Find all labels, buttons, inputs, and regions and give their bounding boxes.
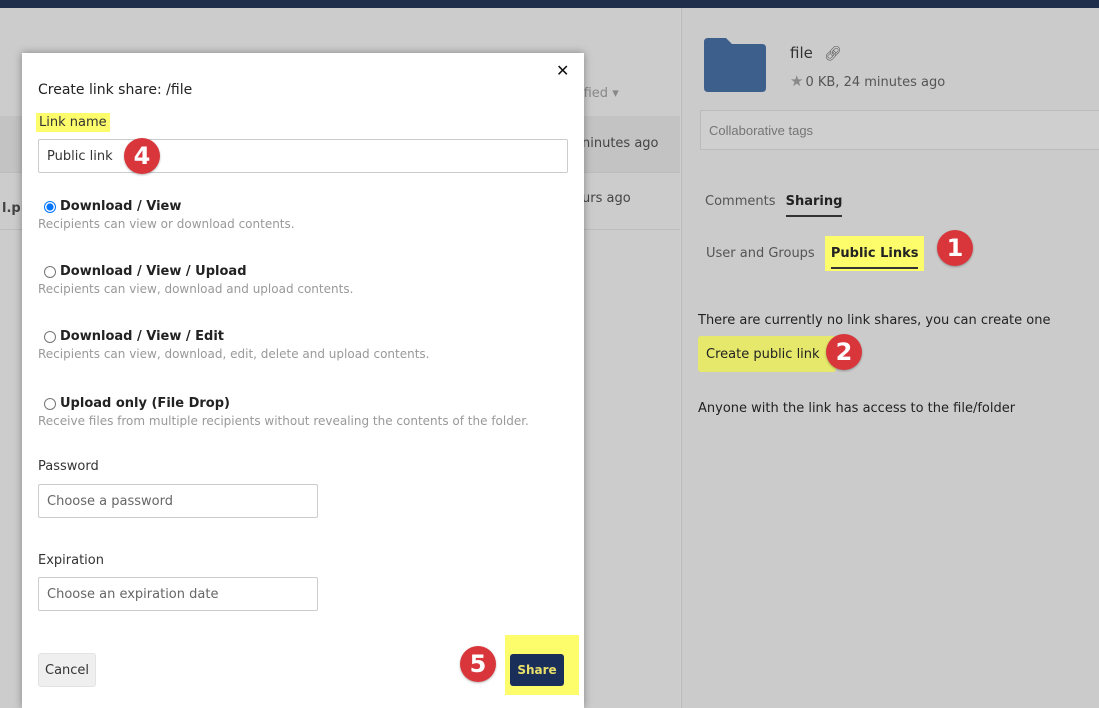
option-description: Recipients can view, download, edit, del…: [38, 347, 430, 361]
access-note: Anyone with the link has access to the f…: [698, 401, 1016, 416]
close-icon[interactable]: ✕: [556, 61, 569, 80]
subtab-user-and-groups[interactable]: User and Groups: [700, 236, 821, 271]
option-download-view-edit[interactable]: Download / View / Edit Recipients can vi…: [38, 329, 429, 361]
link-name-input[interactable]: [38, 139, 568, 173]
details-sidebar: file 🔗︎ ★0 KB, 24 minutes ago Comments S…: [681, 8, 1099, 708]
option-download-view[interactable]: Download / View Recipients can view or d…: [38, 199, 295, 231]
expiration-label: Expiration: [38, 553, 104, 568]
expiration-date-input[interactable]: [38, 577, 318, 611]
modified-time: ninutes ago: [582, 136, 659, 151]
star-icon[interactable]: ★: [790, 72, 803, 90]
radio-upload-only[interactable]: [44, 397, 56, 410]
create-link-share-dialog: Create link share: /file ✕ Link name Dow…: [22, 53, 584, 708]
dialog-title: Create link share: /file: [38, 82, 193, 98]
modified-time: urs ago: [582, 191, 631, 206]
option-description: Recipients can view or download contents…: [38, 217, 295, 231]
top-bar: [0, 0, 1099, 8]
radio-download-view-edit[interactable]: [44, 330, 56, 343]
file-title: file: [790, 44, 813, 62]
sharing-subtabs: User and Groups Public Links: [700, 236, 925, 271]
radio-download-view[interactable]: [44, 200, 56, 213]
radio-download-view-upload[interactable]: [44, 265, 56, 278]
file-name-fragment: l.p: [2, 201, 21, 216]
option-description: Receive files from multiple recipients w…: [38, 414, 529, 428]
step-badge: 4: [124, 138, 160, 174]
password-input[interactable]: [38, 484, 318, 518]
create-public-link-button[interactable]: Create public link: [698, 336, 836, 372]
file-meta: ★ 0 KB, 24 minutes ago: [790, 72, 946, 90]
sidebar-tabs: Comments Sharing: [705, 194, 848, 217]
step-badge: 2: [826, 334, 862, 370]
password-label: Password: [38, 459, 99, 474]
link-name-label: Link name: [36, 113, 110, 132]
folder-icon: [704, 38, 766, 92]
column-header-modified[interactable]: ified ▾: [580, 86, 619, 101]
option-download-view-upload[interactable]: Download / View / Upload Recipients can …: [38, 264, 353, 296]
step-badge: 1: [937, 230, 973, 266]
tab-sharing[interactable]: Sharing: [785, 194, 843, 217]
option-description: Recipients can view, download and upload…: [38, 282, 354, 296]
option-upload-only[interactable]: Upload only (File Drop) Receive files fr…: [38, 396, 529, 428]
collaborative-tags-input[interactable]: [700, 110, 1099, 150]
no-shares-text: There are currently no link shares, you …: [698, 313, 1051, 328]
tab-comments[interactable]: Comments: [705, 194, 775, 215]
cancel-button[interactable]: Cancel: [38, 653, 96, 687]
subtab-public-links[interactable]: Public Links: [824, 236, 925, 271]
step-badge: 5: [460, 646, 496, 682]
link-icon[interactable]: 🔗︎: [824, 46, 842, 62]
share-button[interactable]: Share: [510, 654, 564, 686]
